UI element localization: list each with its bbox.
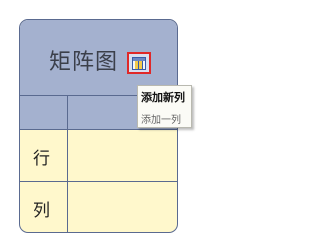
- column-divider: [67, 96, 68, 232]
- add-column-icon: [132, 56, 146, 70]
- tooltip: 添加新列 添加一列: [137, 85, 192, 128]
- matrix-row[interactable]: 行: [20, 130, 177, 182]
- matrix-title[interactable]: 矩阵图: [49, 44, 118, 76]
- row-label[interactable]: 行: [33, 144, 50, 169]
- tooltip-description: 添加一列: [141, 115, 181, 126]
- row-label[interactable]: 列: [33, 196, 50, 221]
- matrix-row[interactable]: 列: [20, 182, 177, 232]
- add-column-button[interactable]: [127, 52, 151, 74]
- tooltip-title: 添加新列: [141, 91, 185, 104]
- canvas: 矩阵图 行 列 添加新列 添加一列: [0, 0, 202, 249]
